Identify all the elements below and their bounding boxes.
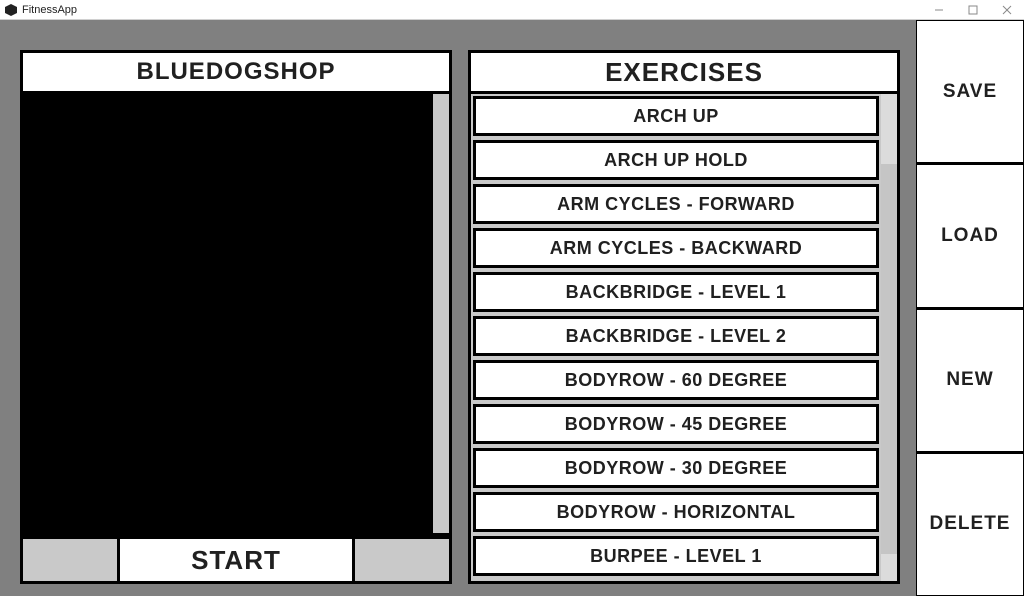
action-sidebar: Save Load New Delete — [916, 20, 1024, 596]
exercise-item[interactable]: Bodyrow - 45 degree — [473, 404, 879, 444]
next-button[interactable] — [352, 536, 452, 584]
app-stage: BlueDogShop Start Exercises Arch UpArch … — [0, 20, 1024, 596]
exercise-item[interactable]: Arm Cycles - Backward — [473, 228, 879, 268]
new-button[interactable]: New — [916, 308, 1024, 452]
prev-button[interactable] — [20, 536, 120, 584]
close-button[interactable] — [990, 0, 1024, 20]
start-button[interactable]: Start — [120, 536, 352, 584]
exercises-scrollbar[interactable] — [881, 94, 897, 581]
exercise-item[interactable]: Burpee - Level 1 — [473, 536, 879, 576]
unity-app-icon — [4, 3, 18, 17]
load-button[interactable]: Load — [916, 163, 1024, 307]
workout-panel-header: BlueDogShop — [20, 50, 452, 94]
exercise-item[interactable]: Arch Up — [473, 96, 879, 136]
exercise-item[interactable]: Arm Cycles - Forward — [473, 184, 879, 224]
exercises-panel-header: Exercises — [468, 50, 900, 94]
window-titlebar: FitnessApp — [0, 0, 1024, 20]
exercise-item[interactable]: Arch Up Hold — [473, 140, 879, 180]
workout-panel: BlueDogShop Start — [20, 50, 452, 584]
delete-button[interactable]: Delete — [916, 452, 1024, 596]
workout-footer: Start — [20, 536, 452, 584]
exercises-scrollbar-thumb[interactable] — [881, 164, 897, 554]
exercises-panel: Exercises Arch UpArch Up HoldArm Cycles … — [468, 50, 900, 584]
workout-canvas — [20, 94, 452, 536]
exercise-item[interactable]: Backbridge - Level 2 — [473, 316, 879, 356]
exercise-item[interactable]: Bodyrow - 60 degree — [473, 360, 879, 400]
exercises-list: Arch UpArch Up HoldArm Cycles - ForwardA… — [468, 94, 900, 584]
window-title: FitnessApp — [22, 4, 77, 16]
exercise-item[interactable]: Bodyrow - 30 degree — [473, 448, 879, 488]
exercise-item[interactable]: Backbridge - Level 1 — [473, 272, 879, 312]
workout-scrollbar-thumb[interactable] — [433, 94, 449, 533]
save-button[interactable]: Save — [916, 20, 1024, 163]
workout-scrollbar[interactable] — [433, 94, 449, 533]
minimize-button[interactable] — [922, 0, 956, 20]
window-controls — [922, 0, 1024, 20]
exercise-item[interactable]: Bodyrow - Horizontal — [473, 492, 879, 532]
maximize-button[interactable] — [956, 0, 990, 20]
